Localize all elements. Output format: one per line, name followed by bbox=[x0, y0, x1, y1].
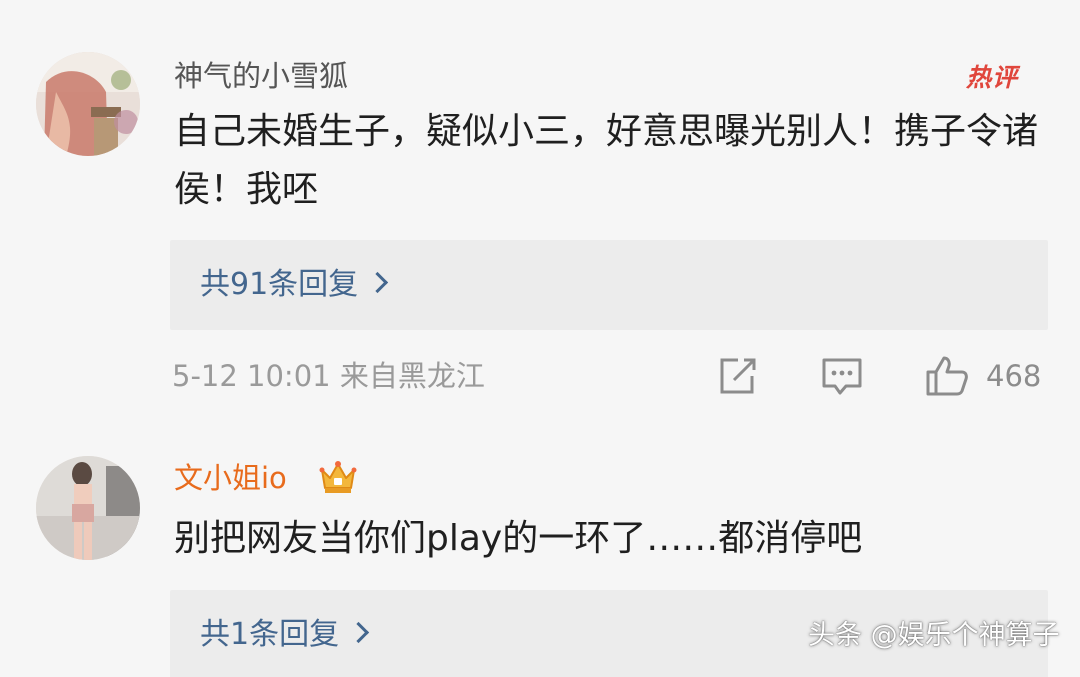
username[interactable]: 神气的小雪狐 bbox=[174, 58, 348, 94]
replies-label: 共1条回复 bbox=[200, 617, 340, 652]
like-count: 468 bbox=[986, 359, 1042, 393]
like-button[interactable]: 468 bbox=[924, 354, 1054, 398]
chevron-right-icon bbox=[367, 271, 389, 294]
avatar[interactable] bbox=[36, 456, 140, 560]
thumbs-up-icon bbox=[926, 356, 968, 396]
comment-text: 别把网友当你们play的一环了……都消停吧 bbox=[174, 518, 863, 559]
share-icon[interactable] bbox=[716, 354, 758, 398]
replies-button[interactable]: 共91条回复 bbox=[170, 240, 1048, 330]
hot-comment-badge: 热评 bbox=[966, 63, 1019, 92]
comment-item: 神气的小雪狐 热评 自己未婚生子，疑似小三，好意思曝光别人！携子令诸侯！我呸 共… bbox=[0, 0, 1080, 420]
replies-label: 共91条回复 bbox=[200, 267, 359, 302]
crown-icon bbox=[318, 456, 358, 496]
watermark: 头条 @娱乐个神算子 bbox=[808, 620, 1060, 651]
comment-text: 自己未婚生子，疑似小三，好意思曝光别人！携子令诸侯！我呸 bbox=[174, 111, 1039, 210]
chevron-right-icon bbox=[347, 621, 370, 644]
comment-meta: 5-12 10:01 来自黑龙江 bbox=[172, 359, 485, 393]
comment-icon[interactable] bbox=[820, 354, 864, 398]
comment-list: 神气的小雪狐 热评 自己未婚生子，疑似小三，好意思曝光别人！携子令诸侯！我呸 共… bbox=[0, 0, 1080, 677]
username[interactable]: 文小姐io bbox=[174, 460, 287, 496]
avatar[interactable] bbox=[36, 52, 140, 156]
